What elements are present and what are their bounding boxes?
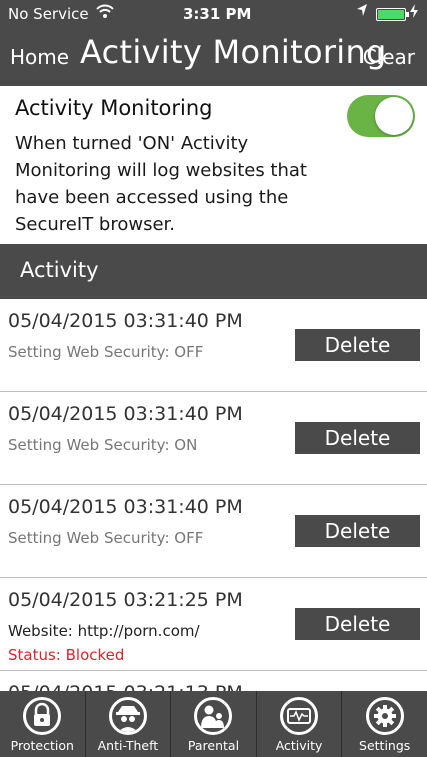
page-title: Activity Monitoring	[80, 33, 387, 71]
delete-button[interactable]: Delete	[295, 422, 420, 454]
spy-icon	[108, 697, 147, 735]
entry-datetime: 05/04/2015 03:31:40 PM	[8, 310, 243, 332]
wifi-icon	[96, 3, 114, 23]
entry-detail: Website: http://porn.com/	[8, 622, 200, 640]
activity-section-header: Activity	[0, 244, 427, 299]
list-item: 05/04/2015 03:31:40 PM Setting Web Secur…	[0, 299, 427, 392]
tab-settings[interactable]: Settings	[342, 691, 427, 757]
list-item: 05/04/2015 03:21:13 PM	[0, 671, 427, 691]
clear-button[interactable]: Clear	[363, 45, 415, 69]
entry-status: Status: Blocked	[8, 646, 125, 664]
charging-bolt-icon	[410, 4, 418, 22]
tab-activity[interactable]: Activity	[257, 691, 343, 757]
entry-datetime: 05/04/2015 03:21:25 PM	[8, 589, 243, 611]
delete-button[interactable]: Delete	[295, 329, 420, 361]
activity-list[interactable]: 05/04/2015 03:31:40 PM Setting Web Secur…	[0, 299, 427, 691]
monitoring-panel: Activity Monitoring When turned 'ON' Act…	[0, 86, 427, 244]
tab-label: Settings	[359, 738, 411, 753]
monitoring-toggle[interactable]	[347, 95, 415, 137]
tab-label: Protection	[10, 738, 74, 753]
parent-child-icon	[194, 697, 233, 735]
entry-datetime: 05/04/2015 03:31:40 PM	[8, 403, 243, 425]
entry-detail: Setting Web Security: OFF	[8, 343, 204, 361]
entry-datetime: 05/04/2015 03:21:13 PM	[8, 682, 243, 691]
battery-icon	[376, 8, 409, 21]
tab-label: Anti-Theft	[97, 738, 159, 753]
list-item: 05/04/2015 03:21:25 PM Website: http://p…	[0, 578, 427, 671]
list-item: 05/04/2015 03:31:40 PM Setting Web Secur…	[0, 392, 427, 485]
tab-bar: Protection Anti-Theft Parental Activity …	[0, 691, 427, 757]
carrier-label: No Service	[8, 5, 89, 23]
location-arrow-icon	[356, 3, 368, 21]
monitoring-description: When turned 'ON' Activity Monitoring wil…	[15, 133, 307, 235]
entry-datetime: 05/04/2015 03:31:40 PM	[8, 496, 243, 518]
tab-anti-theft[interactable]: Anti-Theft	[86, 691, 172, 757]
entry-detail: Setting Web Security: ON	[8, 436, 198, 454]
entry-detail: Setting Web Security: OFF	[8, 529, 204, 547]
list-item: 05/04/2015 03:31:40 PM Setting Web Secur…	[0, 485, 427, 578]
status-bar: No Service 3:31 PM	[0, 0, 427, 28]
tab-protection[interactable]: Protection	[0, 691, 86, 757]
toggle-knob	[375, 97, 413, 135]
activity-monitor-icon	[280, 697, 319, 735]
lock-icon	[23, 697, 62, 735]
delete-button[interactable]: Delete	[295, 515, 420, 547]
gear-icon	[365, 697, 404, 735]
clock: 3:31 PM	[183, 5, 252, 23]
home-button[interactable]: Home	[10, 45, 69, 69]
tab-label: Activity	[275, 738, 323, 753]
tab-label: Parental	[187, 738, 240, 753]
delete-button[interactable]: Delete	[295, 608, 420, 640]
nav-bar: Home Activity Monitoring Clear	[0, 28, 427, 86]
tab-parental[interactable]: Parental	[171, 691, 257, 757]
